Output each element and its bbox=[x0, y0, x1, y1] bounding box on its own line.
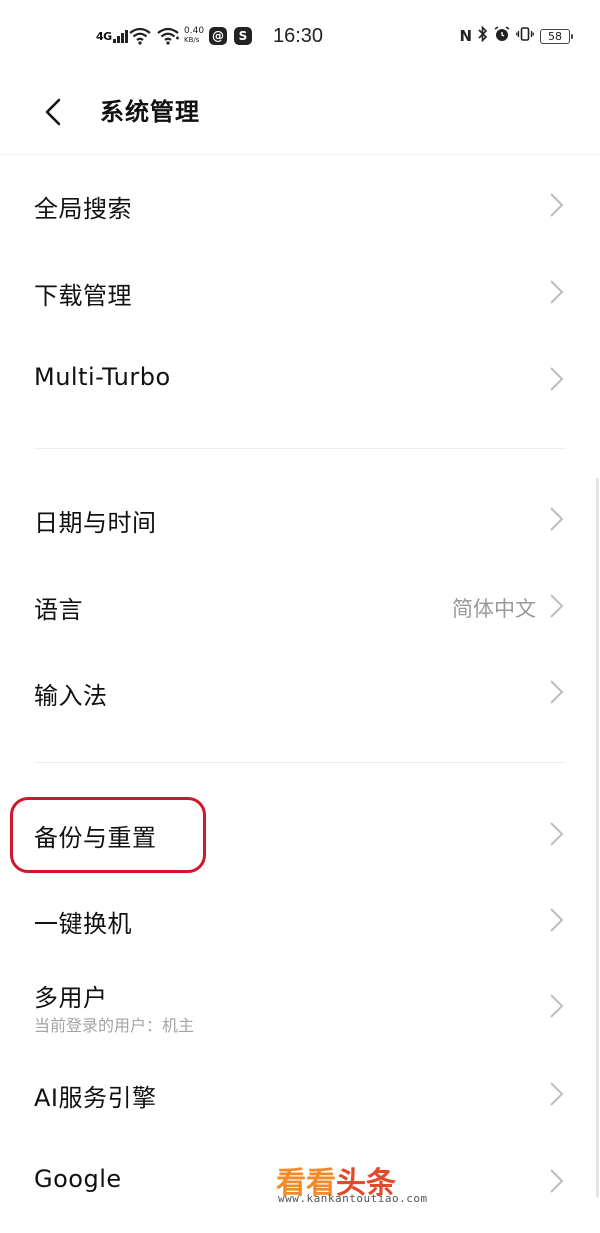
watermark-url: www.kankantoutiao.com bbox=[278, 1192, 428, 1205]
bluetooth-icon bbox=[478, 25, 488, 46]
battery-icon: 58 bbox=[540, 28, 573, 44]
item-label: 下载管理 bbox=[34, 282, 132, 310]
settings-item-phone-clone[interactable]: 一键换机 bbox=[0, 890, 600, 950]
cellular-signal-icon: 4G bbox=[96, 22, 128, 50]
nfc-icon: N bbox=[459, 27, 472, 45]
speed-unit: KB/s bbox=[184, 36, 200, 44]
item-label: 一键换机 bbox=[34, 910, 132, 938]
settings-item-input-method[interactable]: 输入法 bbox=[0, 662, 600, 722]
settings-item-global-search[interactable]: 全局搜索 bbox=[0, 175, 600, 235]
status-bar: 4G 0.40 KB/s @ S 16:30 N 58 bbox=[0, 0, 600, 74]
item-label: AI服务引擎 bbox=[34, 1084, 157, 1112]
settings-item-multi-user[interactable]: 多用户 当前登录的用户：机主 bbox=[0, 964, 600, 1044]
chevron-right-icon bbox=[550, 1169, 564, 1193]
app-header: 系统管理 bbox=[0, 74, 600, 154]
language-value: 简体中文 bbox=[452, 597, 536, 621]
chevron-right-icon bbox=[550, 680, 564, 704]
item-label: 日期与时间 bbox=[34, 509, 157, 537]
settings-item-download-manager[interactable]: 下载管理 bbox=[0, 262, 600, 322]
wifi-hotspot-icon bbox=[157, 22, 181, 50]
scrollbar[interactable] bbox=[596, 478, 599, 1198]
battery-level: 58 bbox=[548, 29, 562, 43]
chevron-right-icon bbox=[550, 994, 564, 1018]
app-notification-icon: @ bbox=[209, 22, 227, 50]
settings-item-ai-engine[interactable]: AI服务引擎 bbox=[0, 1064, 600, 1124]
settings-item-date-time[interactable]: 日期与时间 bbox=[0, 489, 600, 549]
section-divider bbox=[34, 762, 566, 763]
settings-item-language[interactable]: 语言 简体中文 bbox=[0, 576, 600, 636]
item-subtitle: 当前登录的用户：机主 bbox=[34, 1016, 195, 1035]
chevron-right-icon bbox=[550, 507, 564, 531]
item-label: 多用户 bbox=[34, 984, 108, 1012]
chevron-right-icon bbox=[550, 193, 564, 217]
wifi-icon bbox=[129, 22, 151, 50]
section-divider bbox=[34, 448, 566, 449]
item-label: 全局搜索 bbox=[34, 195, 132, 223]
vibrate-icon bbox=[516, 26, 534, 46]
chevron-right-icon bbox=[550, 908, 564, 932]
speed-value: 0.40 bbox=[184, 26, 205, 36]
network-type: 4G bbox=[96, 29, 112, 43]
item-label: Google bbox=[34, 1165, 122, 1193]
chevron-right-icon bbox=[550, 367, 564, 391]
chevron-right-icon bbox=[550, 280, 564, 304]
item-label: 输入法 bbox=[34, 682, 108, 710]
back-arrow-icon bbox=[45, 98, 61, 126]
app-notification-icon: S bbox=[234, 22, 252, 50]
network-speed: 0.40 KB/s bbox=[184, 22, 204, 50]
back-button[interactable] bbox=[38, 94, 74, 130]
alarm-icon bbox=[494, 26, 510, 46]
item-label: 语言 bbox=[34, 596, 83, 624]
status-icons-right: N 58 bbox=[459, 22, 573, 50]
highlight-annotation bbox=[10, 797, 206, 873]
item-label: Multi-Turbo bbox=[34, 363, 171, 391]
chevron-right-icon bbox=[550, 594, 564, 618]
watermark: 看看头条 www.kankantoutiao.com bbox=[276, 1158, 476, 1208]
header-divider bbox=[0, 154, 600, 155]
chevron-right-icon bbox=[550, 822, 564, 846]
page-title: 系统管理 bbox=[100, 98, 200, 126]
clock: 16:30 bbox=[273, 24, 324, 47]
chevron-right-icon bbox=[550, 1082, 564, 1106]
settings-item-multi-turbo[interactable]: Multi-Turbo bbox=[0, 349, 600, 409]
